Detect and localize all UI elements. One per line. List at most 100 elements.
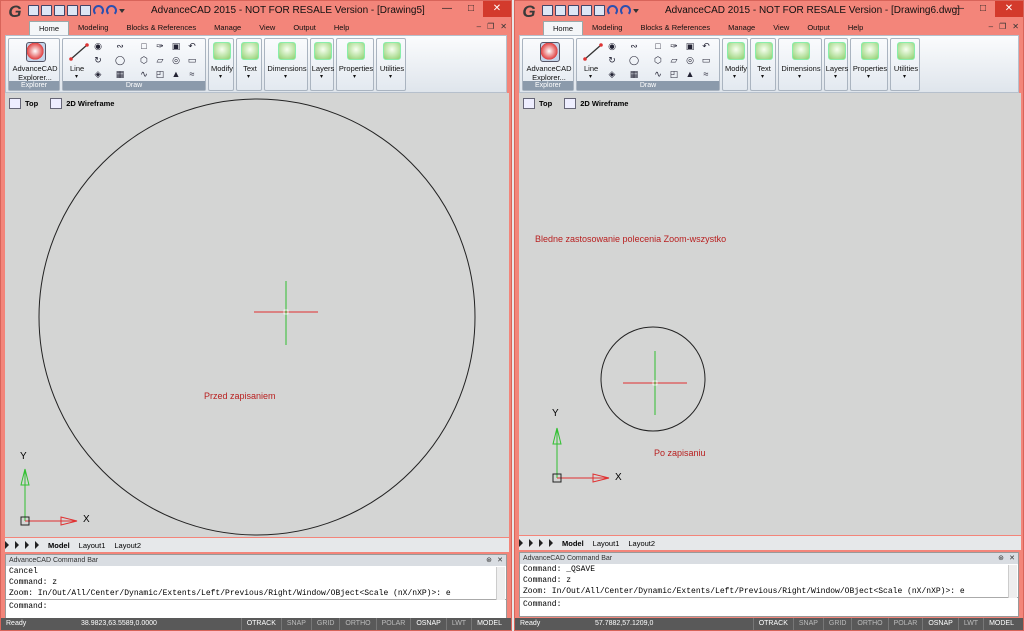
explorer-button[interactable]: AdvanceCAD Explorer... [10,64,60,82]
tab-blocks-references[interactable]: Blocks & References [631,21,719,35]
tab-modeling[interactable]: Modeling [583,21,631,35]
new-icon[interactable] [28,5,39,16]
arc-tool-icon[interactable]: ∾ [629,42,639,51]
view-name[interactable]: Top [25,99,38,108]
toggle-ortho[interactable]: ORTHO [851,618,887,630]
text-panel[interactable]: Text ▾ [750,38,776,91]
view-cube-icon[interactable] [523,97,535,109]
pin-icon[interactable]: ⊛ [998,553,1004,564]
toggle-otrack[interactable]: OTRACK [752,618,793,630]
tab-model[interactable]: Model [559,539,587,548]
doc-restore-icon[interactable]: ❐ [487,22,494,31]
close-icon[interactable]: ✕ [1009,553,1015,564]
properties-panel[interactable]: Properties ▾ [336,38,374,91]
toggle-lwt[interactable]: LWT [957,618,983,630]
command-input[interactable]: Command: [6,599,506,613]
line-button[interactable]: Line [584,64,598,73]
title-bar[interactable]: G AdvanceCAD 2015 - NOT FOR RESALE Versi… [1,1,511,21]
drawing-canvas[interactable]: Bledne zastosowanie polecenia Zoom-wszys… [519,93,1021,535]
dimensions-panel[interactable]: Dimensions ▾ [778,38,822,91]
toggle-ortho[interactable]: ORTHO [339,618,375,630]
close-button[interactable]: ✕ [483,1,511,17]
open-icon[interactable] [555,5,566,16]
command-input[interactable]: Command: [520,597,1018,611]
save-icon[interactable] [54,5,65,16]
toggle-otrack[interactable]: OTRACK [240,618,281,630]
last-layout-icon[interactable] [549,539,556,547]
command-scrollbar[interactable] [1008,565,1017,598]
print-icon[interactable] [581,5,592,16]
title-bar[interactable]: G AdvanceCAD 2015 - NOT FOR RESALE Versi… [515,1,1023,21]
drawn-circle[interactable] [600,326,706,432]
arc-tool-icon[interactable]: ∾ [115,42,125,51]
line-icon[interactable] [69,43,89,61]
first-layout-icon[interactable] [519,539,526,547]
circle-tool-icon[interactable]: ◉ [607,42,617,51]
toggle-polar[interactable]: POLAR [375,618,411,630]
doc-minimize-icon[interactable]: – [477,22,481,31]
toggle-snap[interactable]: SNAP [792,618,823,630]
tab-blocks-references[interactable]: Blocks & References [117,21,205,35]
arc2-tool-icon[interactable]: ↻ [607,56,617,65]
revcloud-tool-icon[interactable]: ≈ [701,70,711,79]
wipeout-tool-icon[interactable]: ▲ [171,70,181,79]
plot-icon[interactable] [80,5,91,16]
modify-panel[interactable]: Modify ▾ [722,38,748,91]
layers-panel[interactable]: Layers ▾ [824,38,848,91]
command-bar-header[interactable]: AdvanceCAD Command Bar ⊛ ✕ [520,553,1018,564]
rectangle-tool-icon[interactable]: □ [653,42,663,51]
doc-minimize-icon[interactable]: – [989,22,993,31]
wipeout-tool-icon[interactable]: ▲ [685,70,695,79]
rectangle-tool-icon[interactable]: □ [139,42,149,51]
redo-icon[interactable] [106,5,117,16]
spline-tool-icon[interactable]: ∿ [139,70,149,79]
app-logo-icon[interactable]: G [518,2,540,21]
ellipse-tool-icon[interactable]: ◯ [629,56,639,65]
polyline-tool-icon[interactable]: ▱ [155,56,165,65]
tab-help[interactable]: Help [839,21,872,35]
visual-style-icon[interactable] [564,97,577,109]
line-dropdown-icon[interactable]: ▾ [589,73,592,80]
tab-view[interactable]: View [250,21,284,35]
tab-layout1[interactable]: Layout1 [76,541,109,550]
line-icon[interactable] [583,43,603,61]
toggle-osnap[interactable]: OSNAP [410,618,446,630]
open-icon[interactable] [41,5,52,16]
next-layout-icon[interactable] [25,541,32,549]
toggle-model[interactable]: MODEL [471,618,507,630]
pin-icon[interactable]: ⊛ [486,555,492,566]
qat-dropdown-icon[interactable] [119,9,125,13]
dimensions-panel[interactable]: Dimensions ▾ [264,38,308,91]
line-dropdown-icon[interactable]: ▾ [75,73,78,80]
shape-tool-icon[interactable]: ▭ [701,56,711,65]
prev-layout-icon[interactable] [15,541,22,549]
save-icon[interactable] [568,5,579,16]
properties-panel[interactable]: Properties ▾ [850,38,888,91]
tab-home[interactable]: Home [543,21,584,35]
layers-panel[interactable]: Layers ▾ [310,38,334,91]
last-layout-icon[interactable] [35,541,42,549]
toggle-grid[interactable]: GRID [310,618,340,630]
toggle-polar[interactable]: POLAR [887,618,923,630]
polyline-tool-icon[interactable]: ▱ [669,56,679,65]
app-logo-icon[interactable]: G [4,2,26,21]
tab-help[interactable]: Help [325,21,358,35]
drawing-svg[interactable] [519,93,1021,535]
next-layout-icon[interactable] [539,539,546,547]
new-icon[interactable] [542,5,553,16]
explorer-button[interactable]: AdvanceCAD Explorer... [524,64,574,82]
toggle-snap[interactable]: SNAP [280,618,311,630]
drawing-svg[interactable] [5,93,509,537]
plot-icon[interactable] [594,5,605,16]
drawing-canvas[interactable]: Przed zapisaniem Y X [5,93,509,537]
ellipse-tool-icon[interactable]: ◯ [115,56,125,65]
block-tool-icon[interactable]: ▦ [629,70,639,79]
donut-tool-icon[interactable]: ◎ [685,56,695,65]
doc-close-icon[interactable]: ✕ [1012,22,1019,31]
region-tool-icon[interactable]: ▣ [171,42,181,51]
doc-restore-icon[interactable]: ❐ [999,22,1006,31]
command-bar-header[interactable]: AdvanceCAD Command Bar ⊛ ✕ [6,555,506,566]
mtext-tool-icon[interactable]: ◰ [155,70,165,79]
tab-layout1[interactable]: Layout1 [590,539,623,548]
maximize-button[interactable]: □ [459,1,483,17]
